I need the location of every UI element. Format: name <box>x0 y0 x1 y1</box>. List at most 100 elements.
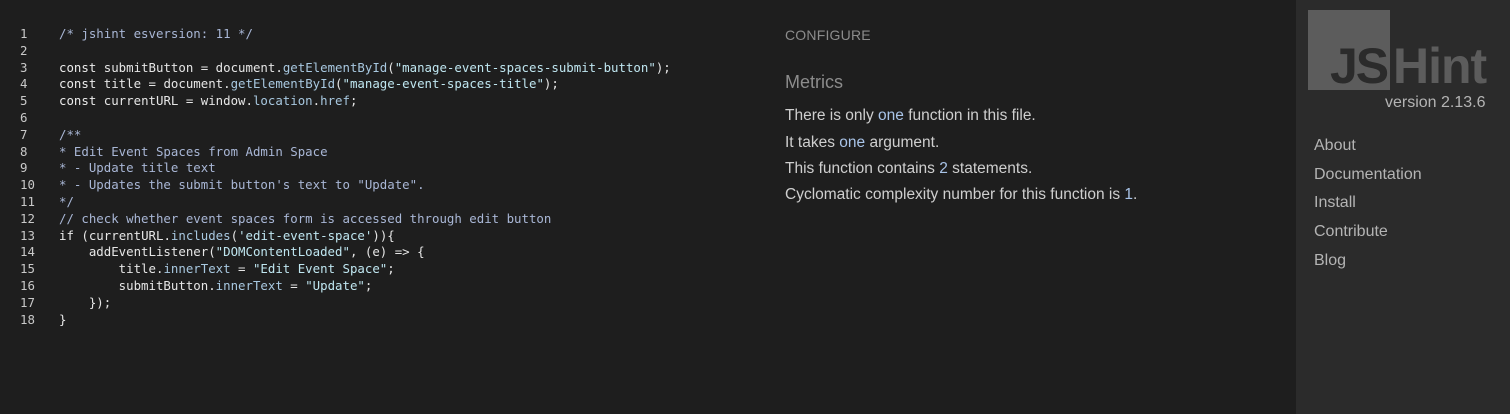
logo-hint-text: Hint <box>1393 38 1487 94</box>
code-token: "Update" <box>305 277 365 293</box>
jshint-app: 1/* jshint esversion: 11 */2 3 const submi… <box>0 0 1510 414</box>
code-token: "manage-event-spaces-title" <box>342 76 544 92</box>
code-token: ( <box>335 76 343 92</box>
metric-line: It takes one argument. <box>785 134 939 152</box>
sidebar: JS Hint version 2.13.6 About Documentati… <box>1296 0 1510 414</box>
code-line[interactable]: 14 addEventListener("DOMContentLoaded", … <box>0 244 760 261</box>
line-text: /* jshint esversion: 11 */ <box>37 26 253 43</box>
line-text: /** <box>37 127 81 144</box>
code-line[interactable]: 9 * - Update title text <box>0 160 760 177</box>
code-lines[interactable]: 1 /* jshint esversion: 11 */ 2 3 const submi… <box>0 26 760 328</box>
line-text: addEventListener("DOMContentLoaded", (e)… <box>37 244 425 261</box>
code-token: getElementById <box>230 76 336 92</box>
line-number: 7 <box>20 126 28 142</box>
code-line[interactable]: 1 /* jshint esversion: 11 */ <box>0 26 760 43</box>
line-number: 11 <box>20 193 35 209</box>
line-number: 4 <box>20 76 28 92</box>
metric-text: This function contains <box>785 160 940 177</box>
code-token: /** <box>59 126 82 142</box>
line-text: } <box>37 312 66 329</box>
code-line[interactable]: 10 * - Updates the submit button's text t… <box>0 177 760 194</box>
line-number: 2 <box>20 42 28 58</box>
nav-blog[interactable]: Blog <box>1314 252 1346 270</box>
line-number: 9 <box>20 160 28 176</box>
code-token: "Edit Event Space" <box>252 261 388 277</box>
line-text: title.innerText = "Edit Event Space"; <box>37 261 395 278</box>
code-token: ; <box>387 261 395 277</box>
line-number: 18 <box>20 311 35 327</box>
version-label: version 2.13.6 <box>1385 94 1486 111</box>
metric-line: This function contains 2 statements. <box>785 160 1032 178</box>
code-line[interactable]: 13 if (currentURL.includes('edit-event-sp… <box>0 228 760 245</box>
code-token: * - Updates the submit button's text to … <box>59 177 425 193</box>
code-line[interactable]: 4 const title = document.getElementById("… <box>0 76 760 93</box>
code-token: submitButton = document. <box>103 59 283 75</box>
nav-contribute[interactable]: Contribute <box>1314 223 1388 241</box>
line-text <box>37 43 59 60</box>
code-token: location <box>252 93 313 109</box>
line-text: const submitButton = document.getElement… <box>37 60 671 77</box>
line-number: 15 <box>20 261 35 277</box>
code-token: const <box>59 76 104 92</box>
code-token: }); <box>59 294 112 310</box>
line-text: const currentURL = window.location.href; <box>37 93 357 110</box>
line-number: 17 <box>20 294 35 310</box>
line-number: 14 <box>20 244 35 260</box>
code-line[interactable]: 12 // check whether event spaces form is … <box>0 211 760 228</box>
code-line[interactable]: 8 * Edit Event Spaces from Admin Space <box>0 144 760 161</box>
code-token: 'edit-event-space' <box>238 227 373 243</box>
code-token: = <box>230 261 253 277</box>
line-text: if (currentURL.includes('edit-event-spac… <box>37 228 395 245</box>
metric-text: argument. <box>865 134 940 151</box>
code-token: */ <box>59 193 74 209</box>
metric-value: one <box>839 134 866 151</box>
code-token: innerText <box>163 261 231 277</box>
code-token: getElementById <box>282 59 388 75</box>
code-token: = <box>282 277 306 293</box>
code-line[interactable]: 11 */ <box>0 194 760 211</box>
metric-text: function in this file. <box>903 107 1036 124</box>
code-line[interactable]: 6 <box>0 110 760 127</box>
line-text: */ <box>37 194 74 211</box>
code-token: submitButton. <box>59 277 216 293</box>
code-line[interactable]: 17 }); <box>0 295 760 312</box>
code-token: title = document. <box>103 76 231 92</box>
nav-about[interactable]: About <box>1314 137 1356 155</box>
metric-value: 2 <box>939 160 948 177</box>
jshint-logo[interactable]: JS Hint <box>1308 10 1498 94</box>
code-token: const <box>59 93 104 109</box>
code-token: (currentURL. <box>81 227 171 243</box>
code-line[interactable]: 5 const currentURL = window.location.href… <box>0 93 760 110</box>
line-number: 6 <box>20 109 28 125</box>
code-token: innerText <box>215 277 283 293</box>
line-text: * - Updates the submit button's text to … <box>37 177 425 194</box>
code-token: href <box>320 93 350 109</box>
configure-link[interactable]: CONFIGURE <box>785 27 871 43</box>
nav-install[interactable]: Install <box>1314 194 1356 212</box>
code-line[interactable]: 15 title.innerText = "Edit Event Space"; <box>0 261 760 278</box>
code-token: } <box>59 311 67 327</box>
metric-text: statements. <box>947 160 1033 177</box>
line-text: const title = document.getElementById("m… <box>37 76 559 93</box>
line-number: 16 <box>20 277 35 293</box>
code-line[interactable]: 18} <box>0 312 760 329</box>
code-line[interactable]: 7 /** <box>0 127 760 144</box>
code-token: ); <box>655 59 671 75</box>
code-token: "manage-event-spaces-submit-button" <box>394 59 656 75</box>
code-token: ); <box>543 76 559 92</box>
line-text <box>37 110 59 127</box>
line-number: 8 <box>20 143 28 159</box>
metric-text: Cyclomatic complexity number for this fu… <box>785 186 1125 203</box>
code-token: currentURL = window. <box>103 93 253 109</box>
line-text: submitButton.innerText = "Update"; <box>37 277 373 295</box>
code-line[interactable]: 3 const submitButton = document.getElemen… <box>0 60 760 77</box>
nav-documentation[interactable]: Documentation <box>1314 166 1422 184</box>
metric-line: There is only one function in this file. <box>785 107 1036 125</box>
line-text: }); <box>37 295 111 312</box>
code-token: addEventListener( <box>59 244 216 260</box>
code-line[interactable]: 16 submitButton.innerText = "Update"; <box>0 278 760 295</box>
line-number: 13 <box>20 227 35 243</box>
code-line[interactable]: 2 <box>0 43 760 60</box>
line-number: 3 <box>20 59 28 75</box>
code-editor[interactable]: 1 /* jshint esversion: 11 */ 2 3 const submi… <box>0 0 760 414</box>
